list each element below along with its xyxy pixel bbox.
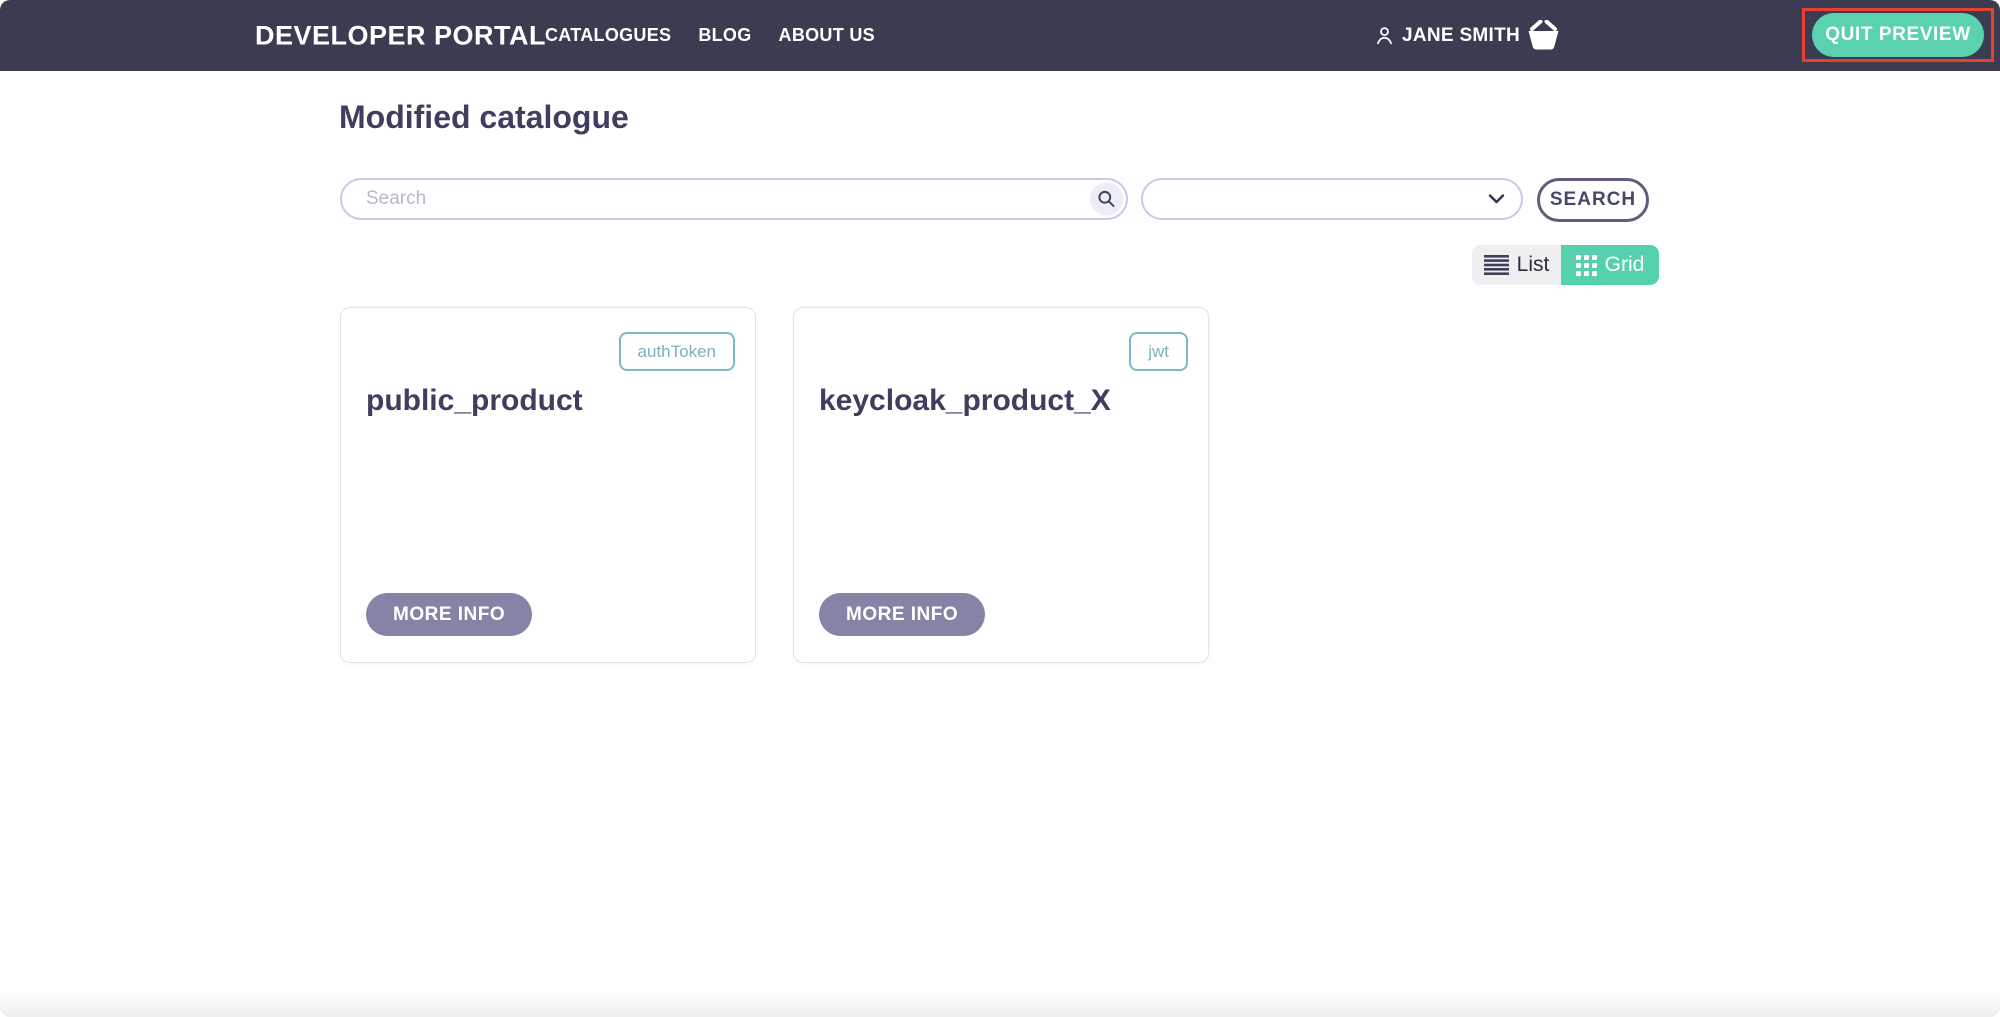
more-info-button[interactable]: MORE INFO [366,593,532,636]
toggle-list-label: List [1517,253,1550,277]
product-tag-badge: jwt [1129,332,1188,371]
basket-icon [1527,20,1560,51]
search-icon-button[interactable] [1090,183,1123,216]
toggle-list-view[interactable]: List [1472,245,1561,285]
user-menu[interactable]: JANE SMITH [1374,0,1542,71]
basket-button[interactable] [1527,0,1560,71]
top-navigation-bar: DEVELOPER PORTAL CATALOGUES BLOG ABOUT U… [0,0,2000,71]
search-field-wrap [340,178,1128,220]
nav-item-catalogues[interactable]: CATALOGUES [545,25,671,46]
page-title: Modified catalogue [339,99,629,136]
bottom-shadow-gradient [0,991,2000,1017]
user-name-label: JANE SMITH [1402,25,1520,47]
product-title: keycloak_product_X [819,384,1111,418]
user-icon [1374,25,1395,46]
quit-preview-button[interactable]: QUIT PREVIEW [1812,13,1984,57]
brand-logo[interactable]: DEVELOPER PORTAL [255,20,546,51]
product-tag-badge: authToken [619,332,735,371]
view-toggle: List Grid [1472,245,1659,285]
grid-icon [1576,255,1597,276]
more-info-button[interactable]: MORE INFO [819,593,985,636]
nav-item-blog[interactable]: BLOG [698,25,751,46]
search-button[interactable]: SEARCH [1537,178,1649,222]
developer-portal-page: DEVELOPER PORTAL CATALOGUES BLOG ABOUT U… [0,0,2000,1017]
list-icon [1484,255,1509,275]
filter-select[interactable] [1141,178,1523,220]
toggle-grid-view[interactable]: Grid [1561,245,1659,285]
main-nav: CATALOGUES BLOG ABOUT US [545,0,875,71]
product-card: authToken public_product MORE INFO [340,307,756,663]
search-icon [1097,190,1116,209]
nav-item-about-us[interactable]: ABOUT US [779,25,875,46]
search-input[interactable] [340,178,1128,220]
product-card: jwt keycloak_product_X MORE INFO [793,307,1209,663]
chevron-down-icon [1488,194,1505,205]
quit-preview-highlight-box: QUIT PREVIEW [1802,8,1994,62]
toggle-grid-label: Grid [1605,253,1645,277]
product-title: public_product [366,384,583,418]
